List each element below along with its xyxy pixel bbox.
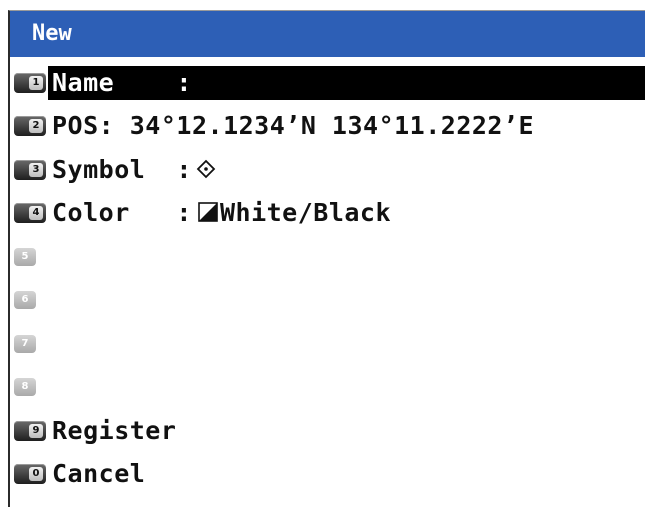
key-2-icon: 2 [14,116,46,137]
menu-item-7: 7 [10,322,645,366]
menu-item-register[interactable]: 9 Register [10,409,645,453]
key-8-icon: 8 [14,378,36,397]
color-value: White/Black [219,198,392,228]
menu-item-symbol[interactable]: 3 Symbol : [10,148,645,192]
key-5-icon: 5 [14,247,36,266]
key-3-icon: 3 [14,159,46,180]
menu-item-color-label: Color : White/Black [52,198,392,228]
key-0-icon: 0 [14,464,46,485]
menu-item-6: 6 [10,279,645,323]
diamond-dot-icon [196,159,216,179]
menu-item-color[interactable]: 4 Color : White/Black [10,192,645,236]
key-9-icon: 9 [14,420,46,441]
dialog-window: New 1 Name : 2 POS: 34°12.1234’N 134°11.… [8,10,645,507]
menu-item-5: 5 [10,235,645,279]
menu-item-pos-label: POS: 34°12.1234’N 134°11.2222’E [52,111,535,141]
cancel-button[interactable]: Cancel [52,457,145,491]
menu-item-pos[interactable]: 2 POS: 34°12.1234’N 134°11.2222’E [10,105,645,149]
half-triangle-color-icon [198,202,218,223]
menu-item-cancel[interactable]: 0 Cancel [10,453,645,497]
register-button[interactable]: Register [52,414,176,448]
menu-item-8: 8 [10,366,645,410]
menu-item-name[interactable]: 1 Name : [10,61,645,105]
key-6-icon: 6 [14,291,36,310]
menu-list: 1 Name : 2 POS: 34°12.1234’N 134°11.2222… [10,61,645,496]
menu-item-name-label: Name : [48,65,645,100]
key-4-icon: 4 [14,203,46,224]
key-1-icon: 1 [14,72,46,93]
window-title: New [10,11,645,57]
key-7-icon: 7 [14,334,36,353]
menu-item-symbol-label: Symbol : [52,153,216,187]
